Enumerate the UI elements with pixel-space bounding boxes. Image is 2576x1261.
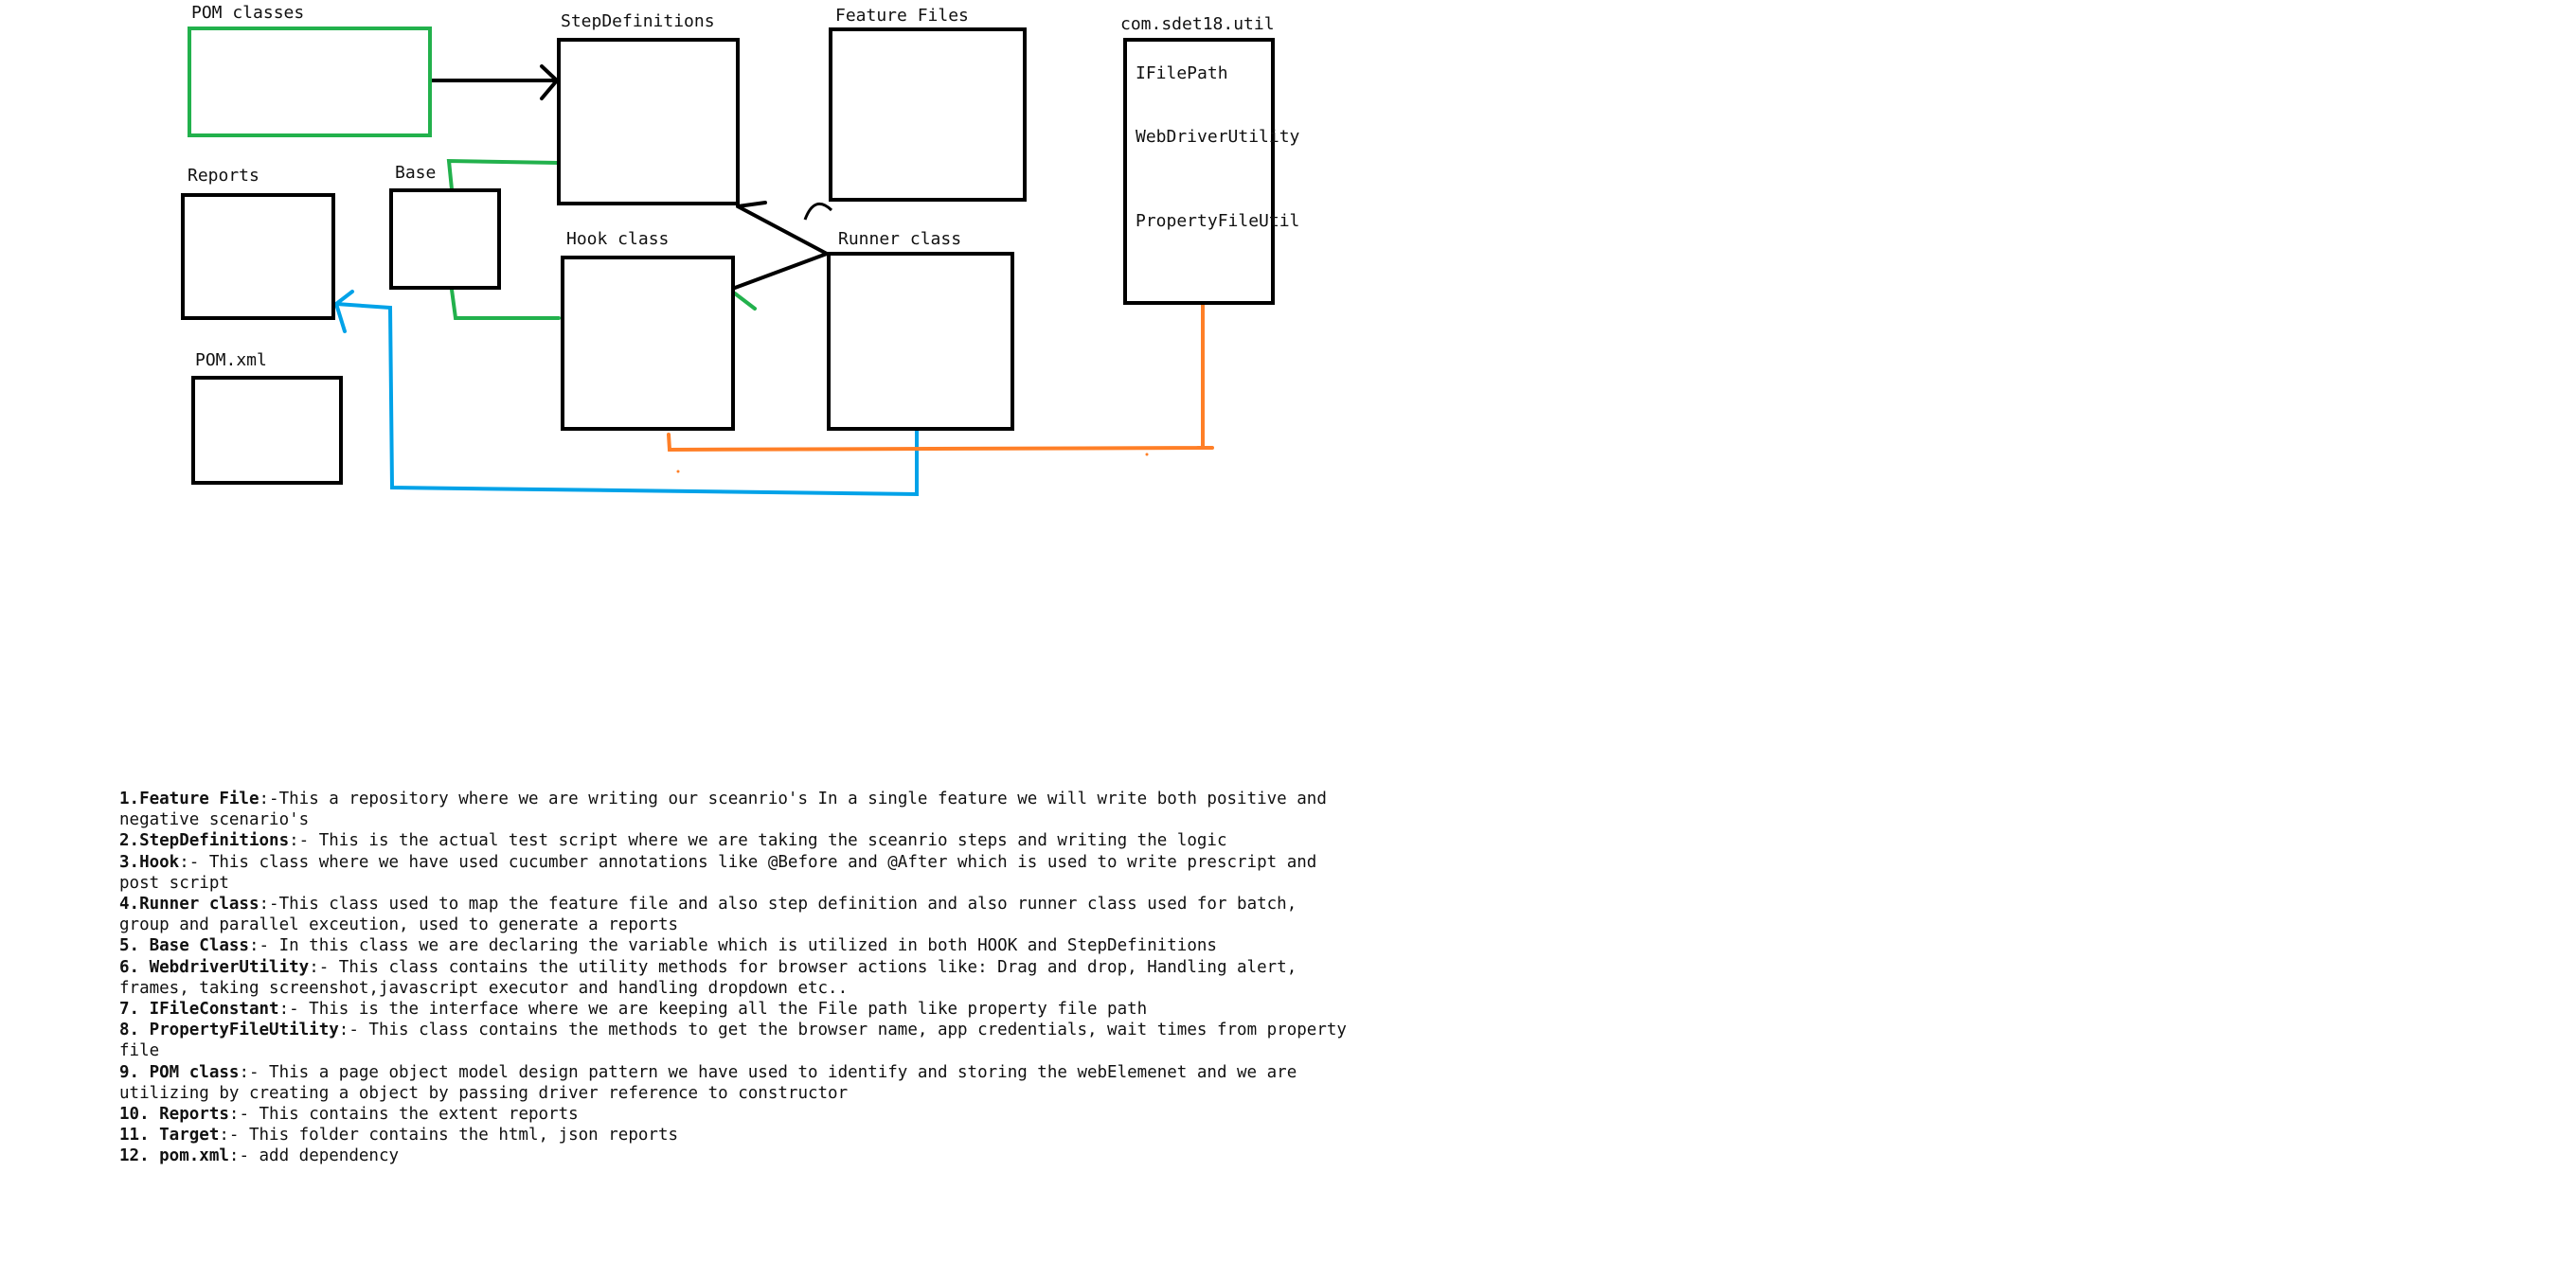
util-item-ifilepath: IFilePath <box>1136 63 1228 83</box>
runner-class-box <box>827 252 1014 431</box>
feature-files-label: Feature Files <box>835 6 969 26</box>
note-term: 7. IFileConstant <box>119 1000 279 1020</box>
note-text: :- This is the interface where we are ke… <box>278 1000 1148 1020</box>
note-text: :- This contains the extent reports <box>228 1105 579 1125</box>
notes-list: 1.Feature File:-This a repository where … <box>119 789 1351 1167</box>
note-term: 12. pom.xml <box>119 1146 229 1166</box>
pom-classes-label: POM classes <box>191 3 305 23</box>
note-item: 9. POM class:- This a page object model … <box>119 1062 1351 1104</box>
note-text: :- This a page object model design patte… <box>119 1062 1297 1103</box>
note-text: :-This class used to map the feature fil… <box>119 895 1297 935</box>
note-item: 11. Target:- This folder contains the ht… <box>119 1125 1351 1146</box>
pom-xml-box <box>191 376 343 485</box>
pom-xml-label: POM.xml <box>195 350 267 370</box>
note-text: :-This a repository where we are writing… <box>119 790 1327 830</box>
runner-class-label: Runner class <box>838 229 962 249</box>
pom-classes-box <box>188 27 432 137</box>
note-term: 2.StepDefinitions <box>119 831 290 851</box>
note-item: 12. pom.xml:- add dependency <box>119 1146 1351 1166</box>
note-term: 1.Feature File <box>119 790 259 808</box>
base-box <box>389 188 501 290</box>
note-text: :- This folder contains the html, json r… <box>219 1126 679 1146</box>
note-text: :- This is the actual test script where … <box>289 831 1227 851</box>
step-definitions-label: StepDefinitions <box>561 11 715 31</box>
note-item: 2.StepDefinitions:- This is the actual t… <box>119 830 1351 851</box>
note-item: 10. Reports:- This contains the extent r… <box>119 1104 1351 1125</box>
base-label: Base <box>395 163 437 183</box>
note-item: 4.Runner class:-This class used to map t… <box>119 894 1351 935</box>
arrow-runner-to-features <box>803 202 833 221</box>
note-text: :- add dependency <box>228 1146 400 1166</box>
note-term: 10. Reports <box>119 1105 229 1125</box>
note-term: 3.Hook <box>119 852 180 872</box>
note-term: 8. PropertyFileUtility <box>119 1021 339 1040</box>
note-text: :- This class where we have used cucumbe… <box>119 852 1317 893</box>
util-package-label: com.sdet18.util <box>1120 14 1275 34</box>
hook-class-label: Hook class <box>566 229 670 249</box>
note-item: 3.Hook:- This class where we have used c… <box>119 852 1351 894</box>
note-item: 5. Base Class:- In this class we are dec… <box>119 935 1351 956</box>
reports-box <box>181 193 335 320</box>
note-term: 11. Target <box>119 1126 220 1146</box>
util-item-propertyfileutil: PropertyFileUtil <box>1136 211 1300 231</box>
diagram-canvas: POM classes StepDefinitions Feature File… <box>0 0 2576 1261</box>
reports-label: Reports <box>188 166 259 186</box>
hook-class-box <box>561 256 735 431</box>
note-item: 6. WebdriverUtility:- This class contain… <box>119 957 1351 999</box>
note-term: 9. POM class <box>119 1062 240 1082</box>
util-item-webdriverutility: WebDriverUtility <box>1136 127 1300 147</box>
note-item: 7. IFileConstant:- This is the interface… <box>119 999 1351 1020</box>
note-term: 5. Base Class <box>119 936 249 956</box>
note-item: 8. PropertyFileUtility:- This class cont… <box>119 1020 1351 1061</box>
note-item: 1.Feature File:-This a repository where … <box>119 789 1351 830</box>
step-definitions-box <box>557 38 740 205</box>
arrow-runner-to-hook <box>733 252 829 290</box>
note-term: 6. WebdriverUtility <box>119 957 310 977</box>
feature-files-box <box>829 27 1027 202</box>
arrow-pom-to-stepdefs <box>428 64 560 100</box>
note-text: :- In this class we are declaring the va… <box>248 936 1217 956</box>
note-term: 4.Runner class <box>119 895 259 915</box>
arrow-runner-to-stepdefs <box>736 201 829 256</box>
